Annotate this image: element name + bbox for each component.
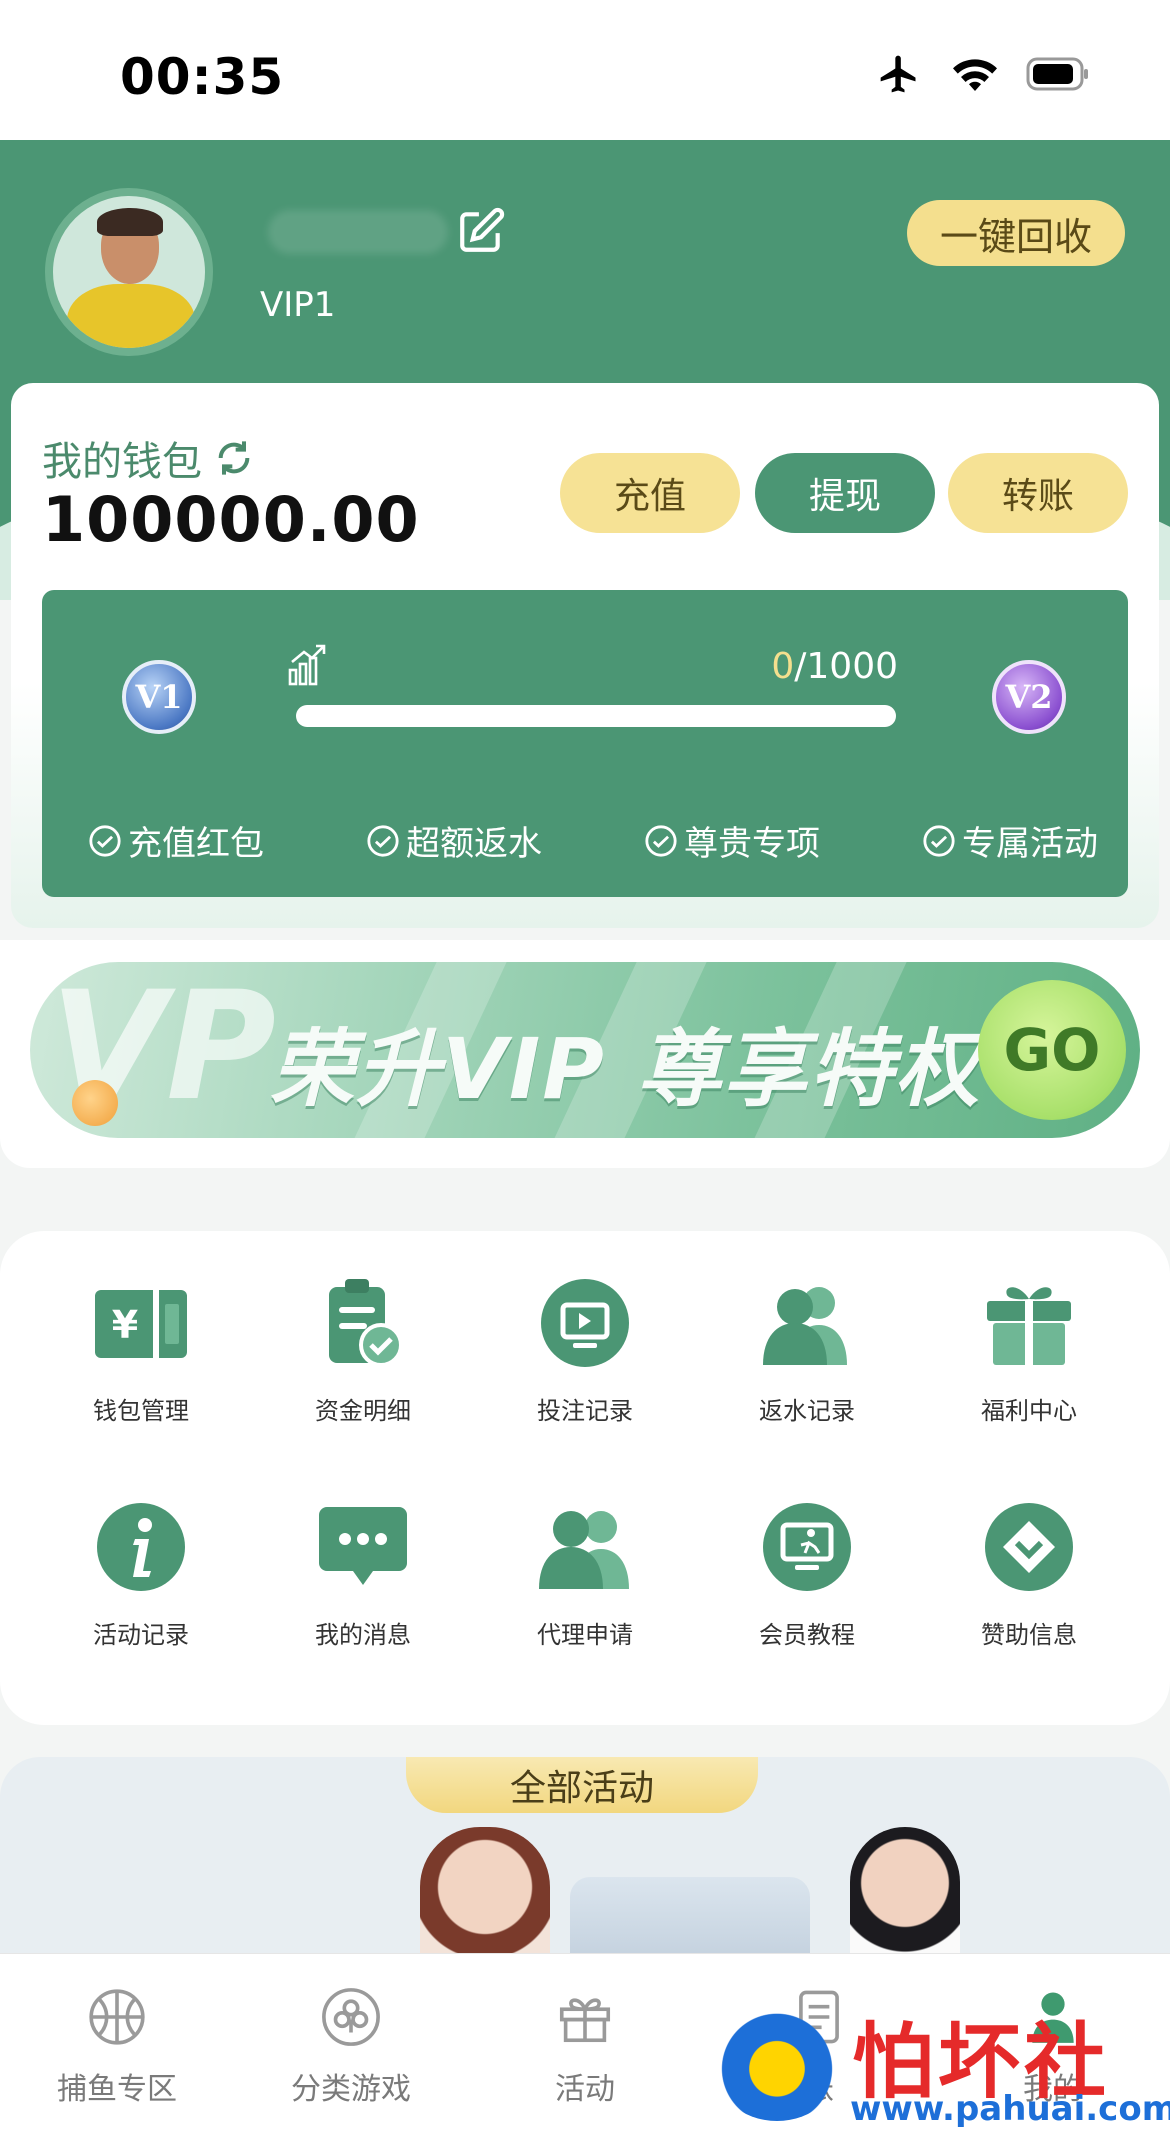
withdraw-button[interactable]: 提现 <box>755 453 935 533</box>
edit-icon[interactable] <box>456 206 506 256</box>
watermark: 怕坏社区 www.pahuai.com <box>712 1995 1170 2131</box>
perk-item: 超额返水 <box>366 816 542 865</box>
vip-banner-section: VP 荣升VIP 尊享特权 GO <box>0 940 1170 1168</box>
perk-item: 专属活动 <box>922 816 1098 865</box>
info-icon <box>91 1497 191 1597</box>
vip-progress-panel: V1 0/1000 V2 充值红包 超额返水 尊贵专项 专属活动 <box>42 590 1128 897</box>
feature-menu: ¥ 钱包管理 资金明细 投注记录 返水记录 福利中心 活动记录 我的消息 代理申… <box>0 1231 1170 1725</box>
status-icons <box>874 52 1090 96</box>
menu-item-fund-details[interactable]: 资金明细 <box>273 1273 453 1426</box>
wallet-card: 我的钱包 100000.00 充值 提现 转账 V1 0/1000 V2 充值红… <box>11 383 1159 928</box>
wallet-yen-icon: ¥ <box>91 1273 191 1373</box>
perk-label: 超额返水 <box>406 824 542 864</box>
one-click-recycle-button[interactable]: 一键回收 <box>907 200 1125 266</box>
perk-label: 充值红包 <box>128 824 264 864</box>
menu-label: 我的消息 <box>315 1621 411 1649</box>
menu-label: 福利中心 <box>981 1397 1077 1425</box>
go-button[interactable]: GO <box>978 980 1126 1120</box>
watermark-url: www.pahuai.com <box>850 2089 1170 2129</box>
vip1-badge-icon: V1 <box>122 660 196 734</box>
vip-progress-current: 0 <box>771 646 795 687</box>
check-circle-icon <box>89 824 121 857</box>
perk-label: 专属活动 <box>962 824 1098 864</box>
message-icon <box>313 1497 413 1597</box>
perk-label: 尊贵专项 <box>684 824 820 864</box>
watermark-logo-icon <box>712 2005 842 2121</box>
agent-icon <box>535 1497 635 1597</box>
tab-label: 分类游戏 <box>291 2072 411 2107</box>
tutorial-monitor-icon <box>757 1497 857 1597</box>
refresh-icon[interactable] <box>214 438 254 478</box>
recharge-button[interactable]: 充值 <box>560 453 740 533</box>
menu-label: 赞助信息 <box>981 1621 1077 1649</box>
check-circle-icon <box>923 824 955 857</box>
menu-item-bet-records[interactable]: 投注记录 <box>495 1273 675 1426</box>
menu-item-rebate-records[interactable]: 返水记录 <box>717 1273 897 1426</box>
tv-record-icon <box>535 1273 635 1373</box>
menu-label: 返水记录 <box>759 1397 855 1425</box>
menu-label: 会员教程 <box>759 1621 855 1649</box>
perk-item: 尊贵专项 <box>644 816 820 865</box>
wallet-title-text: 我的钱包 <box>42 439 202 485</box>
menu-label: 钱包管理 <box>93 1397 189 1425</box>
tab-label: 活动 <box>555 2072 615 2107</box>
wallet-balance: 100000.00 <box>42 483 420 556</box>
all-activities-tab[interactable]: 全部活动 <box>406 1757 758 1813</box>
tab-activities[interactable]: 活动 <box>490 1982 680 2108</box>
menu-label: 代理申请 <box>537 1621 633 1649</box>
wifi-icon <box>953 59 997 91</box>
growth-chart-icon <box>288 644 326 686</box>
menu-label: 投注记录 <box>537 1397 633 1425</box>
svg-text:¥: ¥ <box>112 1303 138 1347</box>
airplane-icon <box>880 55 916 93</box>
status-bar: 00:35 <box>0 0 1170 140</box>
menu-label: 资金明细 <box>315 1397 411 1425</box>
menu-item-sponsor-info[interactable]: 赞助信息 <box>939 1497 1119 1650</box>
vip-progress-text: 0/1000 <box>771 646 898 687</box>
tab-label: 捕鱼专区 <box>57 2072 177 2107</box>
perk-item: 充值红包 <box>88 816 264 865</box>
menu-item-agent-application[interactable]: 代理申请 <box>495 1497 675 1650</box>
avatar[interactable] <box>45 188 213 356</box>
gift-icon <box>979 1273 1079 1373</box>
gift-icon <box>490 1982 680 2052</box>
tab-game-categories[interactable]: 分类游戏 <box>256 1982 446 2108</box>
banner-title: 荣升VIP 尊享特权 <box>270 1020 982 1118</box>
check-circle-icon <box>367 824 399 857</box>
basketball-icon <box>22 1982 212 2052</box>
vip-progress-bar <box>296 705 896 727</box>
menu-item-my-messages[interactable]: 我的消息 <box>273 1497 453 1650</box>
vip2-badge-icon: V2 <box>992 660 1066 734</box>
menu-item-activity-records[interactable]: 活动记录 <box>51 1497 231 1650</box>
check-circle-icon <box>645 824 677 857</box>
tab-fishing[interactable]: 捕鱼专区 <box>22 1982 212 2108</box>
menu-item-wallet-management[interactable]: ¥ 钱包管理 <box>51 1273 231 1426</box>
vip-level: VIP1 <box>260 285 336 325</box>
status-time: 00:35 <box>120 48 285 106</box>
menu-item-member-tutorial[interactable]: 会员教程 <box>717 1497 897 1650</box>
club-icon <box>256 1982 446 2052</box>
users-icon <box>757 1273 857 1373</box>
vip-promo-banner[interactable]: VP 荣升VIP 尊享特权 GO <box>30 962 1140 1138</box>
menu-item-welfare-center[interactable]: 福利中心 <box>939 1273 1119 1426</box>
username-blurred <box>268 210 448 254</box>
transfer-button[interactable]: 转账 <box>948 453 1128 533</box>
sponsor-diamond-icon <box>979 1497 1079 1597</box>
coin-icon <box>72 1080 118 1126</box>
menu-label: 活动记录 <box>93 1621 189 1649</box>
clipboard-check-icon <box>313 1273 413 1373</box>
vip-progress-target: /1000 <box>794 646 898 687</box>
vip-perks: 充值红包 超额返水 尊贵专项 专属活动 <box>88 816 1098 865</box>
wallet-title: 我的钱包 <box>42 429 254 487</box>
battery-icon <box>1026 57 1088 91</box>
